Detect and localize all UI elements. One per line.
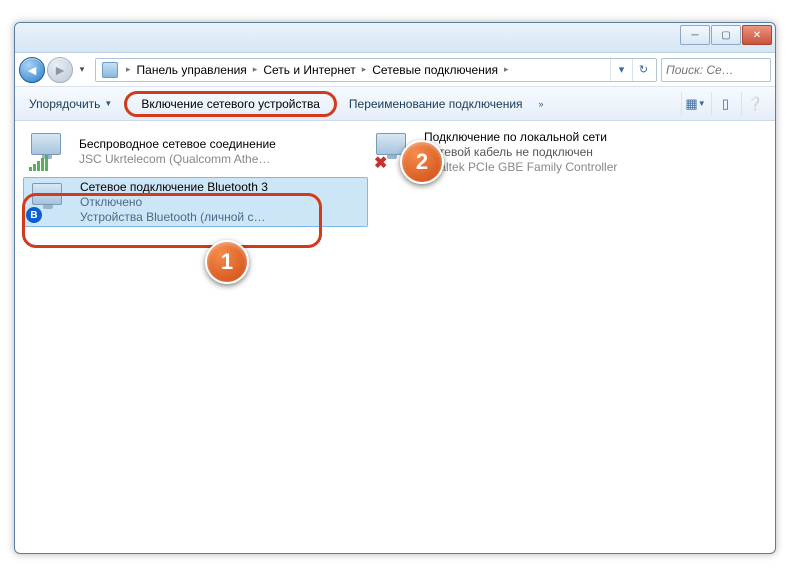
bluetooth-badge-icon: B bbox=[26, 207, 42, 223]
forward-button[interactable]: ► bbox=[47, 57, 73, 83]
connection-status: Отключено bbox=[80, 195, 365, 210]
navigation-bar: ◄ ► ▾ ▸ Панель управления ▸ Сеть и Интер… bbox=[15, 53, 775, 87]
connection-item-bluetooth[interactable]: B Сетевое подключение Bluetooth 3 Отключ… bbox=[23, 177, 368, 227]
annotation-callout-1: 1 bbox=[205, 240, 249, 284]
chevron-right-icon[interactable]: ▸ bbox=[358, 64, 371, 75]
network-icon bbox=[102, 62, 118, 78]
command-bar: Упорядочить ▼ Включение сетевого устройс… bbox=[15, 87, 775, 121]
connections-list: Беспроводное сетевое соединение JSC Ukrt… bbox=[15, 121, 775, 233]
breadcrumb-network-internet[interactable]: Сеть и Интернет bbox=[261, 63, 357, 77]
connection-detail: JSC Ukrtelecom (Qualcomm Athe… bbox=[79, 152, 366, 167]
organize-label: Упорядочить bbox=[29, 97, 100, 111]
chevron-right-icon[interactable]: ▸ bbox=[500, 64, 513, 75]
back-button[interactable]: ◄ bbox=[19, 57, 45, 83]
address-actions: ▾ ↻ bbox=[610, 59, 654, 81]
connection-text: Подключение по локальной сети Сетевой ка… bbox=[424, 130, 711, 175]
enable-device-button[interactable]: Включение сетевого устройства bbox=[124, 91, 337, 117]
connection-title: Подключение по локальной сети bbox=[424, 130, 711, 145]
address-bar[interactable]: ▸ Панель управления ▸ Сеть и Интернет ▸ … bbox=[95, 58, 657, 82]
breadcrumb-control-panel[interactable]: Панель управления bbox=[135, 63, 249, 77]
explorer-window: ─ ▢ ✕ ◄ ► ▾ ▸ Панель управления ▸ Сеть и… bbox=[14, 22, 776, 554]
help-button[interactable]: ❔ bbox=[741, 92, 769, 116]
connection-detail: Устройства Bluetooth (личной с… bbox=[80, 210, 365, 225]
connection-text: Беспроводное сетевое соединение JSC Ukrt… bbox=[79, 137, 366, 167]
view-options-button[interactable]: ▦ ▼ bbox=[681, 92, 709, 116]
chevron-right-icon[interactable]: ▸ bbox=[122, 64, 135, 75]
bluetooth-network-icon: B bbox=[26, 181, 74, 223]
maximize-button[interactable]: ▢ bbox=[711, 25, 741, 45]
nav-arrows: ◄ ► ▾ bbox=[19, 57, 89, 83]
breadcrumb-network-connections[interactable]: Сетевые подключения bbox=[370, 63, 500, 77]
connection-title: Беспроводное сетевое соединение bbox=[79, 137, 366, 152]
rename-connection-button[interactable]: Переименование подключения bbox=[341, 93, 531, 115]
close-button[interactable]: ✕ bbox=[742, 25, 772, 45]
history-dropdown[interactable]: ▾ bbox=[75, 60, 89, 80]
more-commands[interactable]: » bbox=[531, 99, 552, 109]
preview-pane-button[interactable]: ▯ bbox=[711, 92, 739, 116]
toolbar-right: ▦ ▼ ▯ ❔ bbox=[681, 92, 769, 116]
connection-status: Сетевой кабель не подключен bbox=[424, 145, 711, 160]
enable-device-label: Включение сетевого устройства bbox=[141, 97, 320, 111]
connection-item-wireless[interactable]: Беспроводное сетевое соединение JSC Ukrt… bbox=[23, 127, 368, 177]
chevron-down-icon: ▼ bbox=[104, 99, 112, 108]
search-input[interactable] bbox=[666, 63, 766, 77]
organize-menu[interactable]: Упорядочить ▼ bbox=[21, 93, 120, 115]
annotation-callout-2: 2 bbox=[400, 140, 444, 184]
chevron-right-icon[interactable]: ▸ bbox=[249, 64, 262, 75]
disconnected-icon: ✖ bbox=[374, 153, 387, 173]
minimize-button[interactable]: ─ bbox=[680, 25, 710, 45]
connection-text: Сетевое подключение Bluetooth 3 Отключен… bbox=[80, 180, 365, 225]
rename-label: Переименование подключения bbox=[349, 97, 523, 111]
address-dropdown[interactable]: ▾ bbox=[610, 59, 632, 81]
connection-title: Сетевое подключение Bluetooth 3 bbox=[80, 180, 365, 195]
wireless-icon bbox=[25, 131, 73, 173]
search-box[interactable] bbox=[661, 58, 771, 82]
refresh-button[interactable]: ↻ bbox=[632, 59, 654, 81]
titlebar: ─ ▢ ✕ bbox=[15, 23, 775, 53]
connection-detail: Realtek PCIe GBE Family Controller bbox=[424, 160, 711, 175]
